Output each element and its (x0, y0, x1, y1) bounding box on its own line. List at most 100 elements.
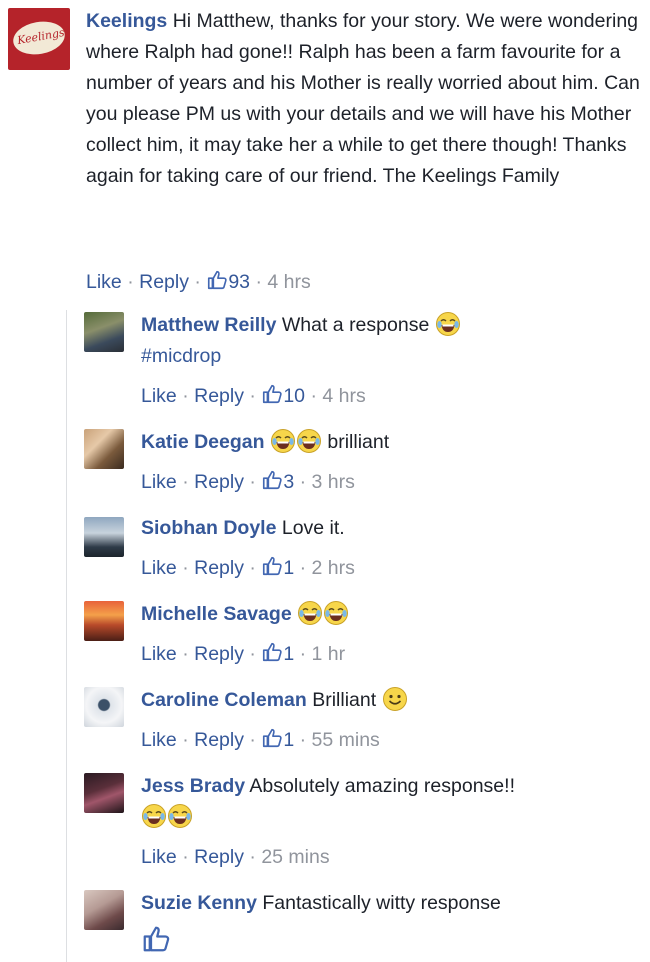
separator: · (249, 557, 256, 579)
reply-actions: Like · Reply · 1 · 1 hr (141, 640, 345, 668)
author-name[interactable]: Caroline Coleman (141, 689, 307, 711)
separator: · (310, 385, 317, 407)
timestamp[interactable]: 2 hrs (312, 557, 355, 579)
tears-of-joy-emoji-icon (323, 600, 349, 626)
like-count[interactable]: 10 (261, 385, 305, 407)
reply-text: What a response (281, 314, 430, 336)
like-count-value: 10 (283, 385, 306, 407)
reply-actions: Like · Reply · 1 · 55 mins (141, 726, 380, 754)
separator: · (182, 557, 189, 579)
separator: · (249, 643, 256, 665)
reply-actions: Like · Reply · 25 mins (141, 843, 330, 871)
reply-thread-line (66, 310, 67, 962)
like-link[interactable]: Like (141, 557, 177, 579)
like-count-value: 93 (228, 271, 251, 293)
reply-text: Absolutely amazing response!! (249, 775, 515, 797)
author-name[interactable]: Katie Deegan (141, 431, 265, 453)
reply-link[interactable]: Reply (194, 557, 244, 579)
reply-link[interactable]: Reply (139, 271, 189, 293)
tears-of-joy-emoji-icon (167, 803, 193, 829)
thumbs-up-icon (261, 641, 283, 663)
avatar[interactable] (84, 890, 124, 930)
timestamp[interactable]: 4 hrs (267, 271, 310, 293)
comment-actions: Like · Reply · 93 · 4 hrs (86, 268, 311, 296)
reply-body: Matthew Reilly What a response #micdrop (141, 310, 641, 372)
reply-body: Katie Deegan brilliant (141, 427, 641, 458)
like-count[interactable]: 1 (261, 557, 294, 579)
reply-text: Fantastically witty response (262, 892, 501, 914)
separator: · (299, 471, 307, 493)
timestamp[interactable]: 4 hrs (322, 385, 365, 407)
reply-link[interactable]: Reply (194, 729, 244, 751)
author-name[interactable]: Keelings (86, 10, 167, 32)
like-count[interactable]: 93 (206, 271, 255, 293)
tears-of-joy-emoji-icon (296, 428, 322, 454)
separator: · (182, 643, 189, 665)
avatar[interactable] (84, 773, 124, 813)
thumbs-up-icon[interactable] (141, 924, 171, 954)
separator: · (249, 385, 256, 407)
comment-body: Keelings Hi Matthew, thanks for your sto… (86, 6, 642, 192)
reply-body: Michelle Savage (141, 599, 641, 630)
like-link[interactable]: Like (141, 729, 177, 751)
like-link[interactable]: Like (141, 471, 177, 493)
author-name[interactable]: Jess Brady (141, 775, 245, 797)
timestamp[interactable]: 3 hrs (312, 471, 355, 493)
smiley-emoji-icon (382, 686, 408, 712)
like-count-value: 1 (283, 557, 295, 579)
like-count[interactable]: 1 (261, 729, 294, 751)
separator: · (182, 471, 189, 493)
timestamp[interactable]: 1 hr (312, 643, 346, 665)
separator: · (249, 846, 256, 868)
like-count[interactable]: 1 (261, 643, 294, 665)
like-link[interactable]: Like (141, 643, 177, 665)
like-count-value: 3 (283, 471, 295, 493)
avatar[interactable] (84, 687, 124, 727)
tears-of-joy-emoji-icon (435, 311, 461, 337)
avatar[interactable] (84, 517, 124, 557)
like-link[interactable]: Like (141, 846, 177, 868)
reply-link[interactable]: Reply (194, 846, 244, 868)
thumbs-up-icon (206, 269, 228, 291)
reply-body: Suzie Kenny Fantastically witty response (141, 888, 641, 919)
separator: · (299, 557, 307, 579)
like-link[interactable]: Like (141, 385, 177, 407)
reply-text: brilliant (327, 431, 390, 453)
author-name[interactable]: Siobhan Doyle (141, 517, 276, 539)
reply-link[interactable]: Reply (194, 643, 244, 665)
timestamp[interactable]: 55 mins (312, 729, 380, 751)
reply-body: Caroline Coleman Brilliant (141, 685, 641, 716)
separator: · (127, 271, 134, 293)
like-count[interactable]: 3 (261, 471, 294, 493)
like-link[interactable]: Like (86, 271, 122, 293)
reply-text: Love it. (281, 517, 345, 539)
separator: · (182, 385, 189, 407)
reply-actions: Like · Reply · 1 · 2 hrs (141, 554, 355, 582)
reply-body: Jess Brady Absolutely amazing response!! (141, 771, 641, 833)
reply-actions: Like · Reply · 10 · 4 hrs (141, 382, 366, 410)
avatar[interactable] (84, 429, 124, 469)
reply-actions (141, 924, 171, 959)
author-name[interactable]: Michelle Savage (141, 603, 292, 625)
avatar[interactable] (84, 312, 124, 352)
reply-link[interactable]: Reply (194, 385, 244, 407)
avatar[interactable] (84, 601, 124, 641)
separator: · (182, 846, 189, 868)
comment-keelings: Keelings Keelings Hi Matthew, thanks for… (8, 6, 644, 306)
tears-of-joy-emoji-icon (297, 600, 323, 626)
timestamp[interactable]: 25 mins (261, 846, 329, 868)
separator: · (182, 729, 189, 751)
tears-of-joy-emoji-icon (270, 428, 296, 454)
reply-text: Brilliant (312, 689, 377, 711)
separator: · (249, 729, 256, 751)
thumbs-up-icon (261, 555, 283, 577)
author-name[interactable]: Suzie Kenny (141, 892, 257, 914)
thumbs-up-icon (261, 469, 283, 491)
keelings-logo-avatar[interactable]: Keelings (8, 8, 70, 70)
author-name[interactable]: Matthew Reilly (141, 314, 276, 336)
separator: · (249, 471, 256, 493)
reply-link[interactable]: Reply (194, 471, 244, 493)
separator: · (255, 271, 262, 293)
hashtag-link[interactable]: #micdrop (141, 345, 221, 367)
comment-text: Hi Matthew, thanks for your story. We we… (86, 10, 640, 187)
